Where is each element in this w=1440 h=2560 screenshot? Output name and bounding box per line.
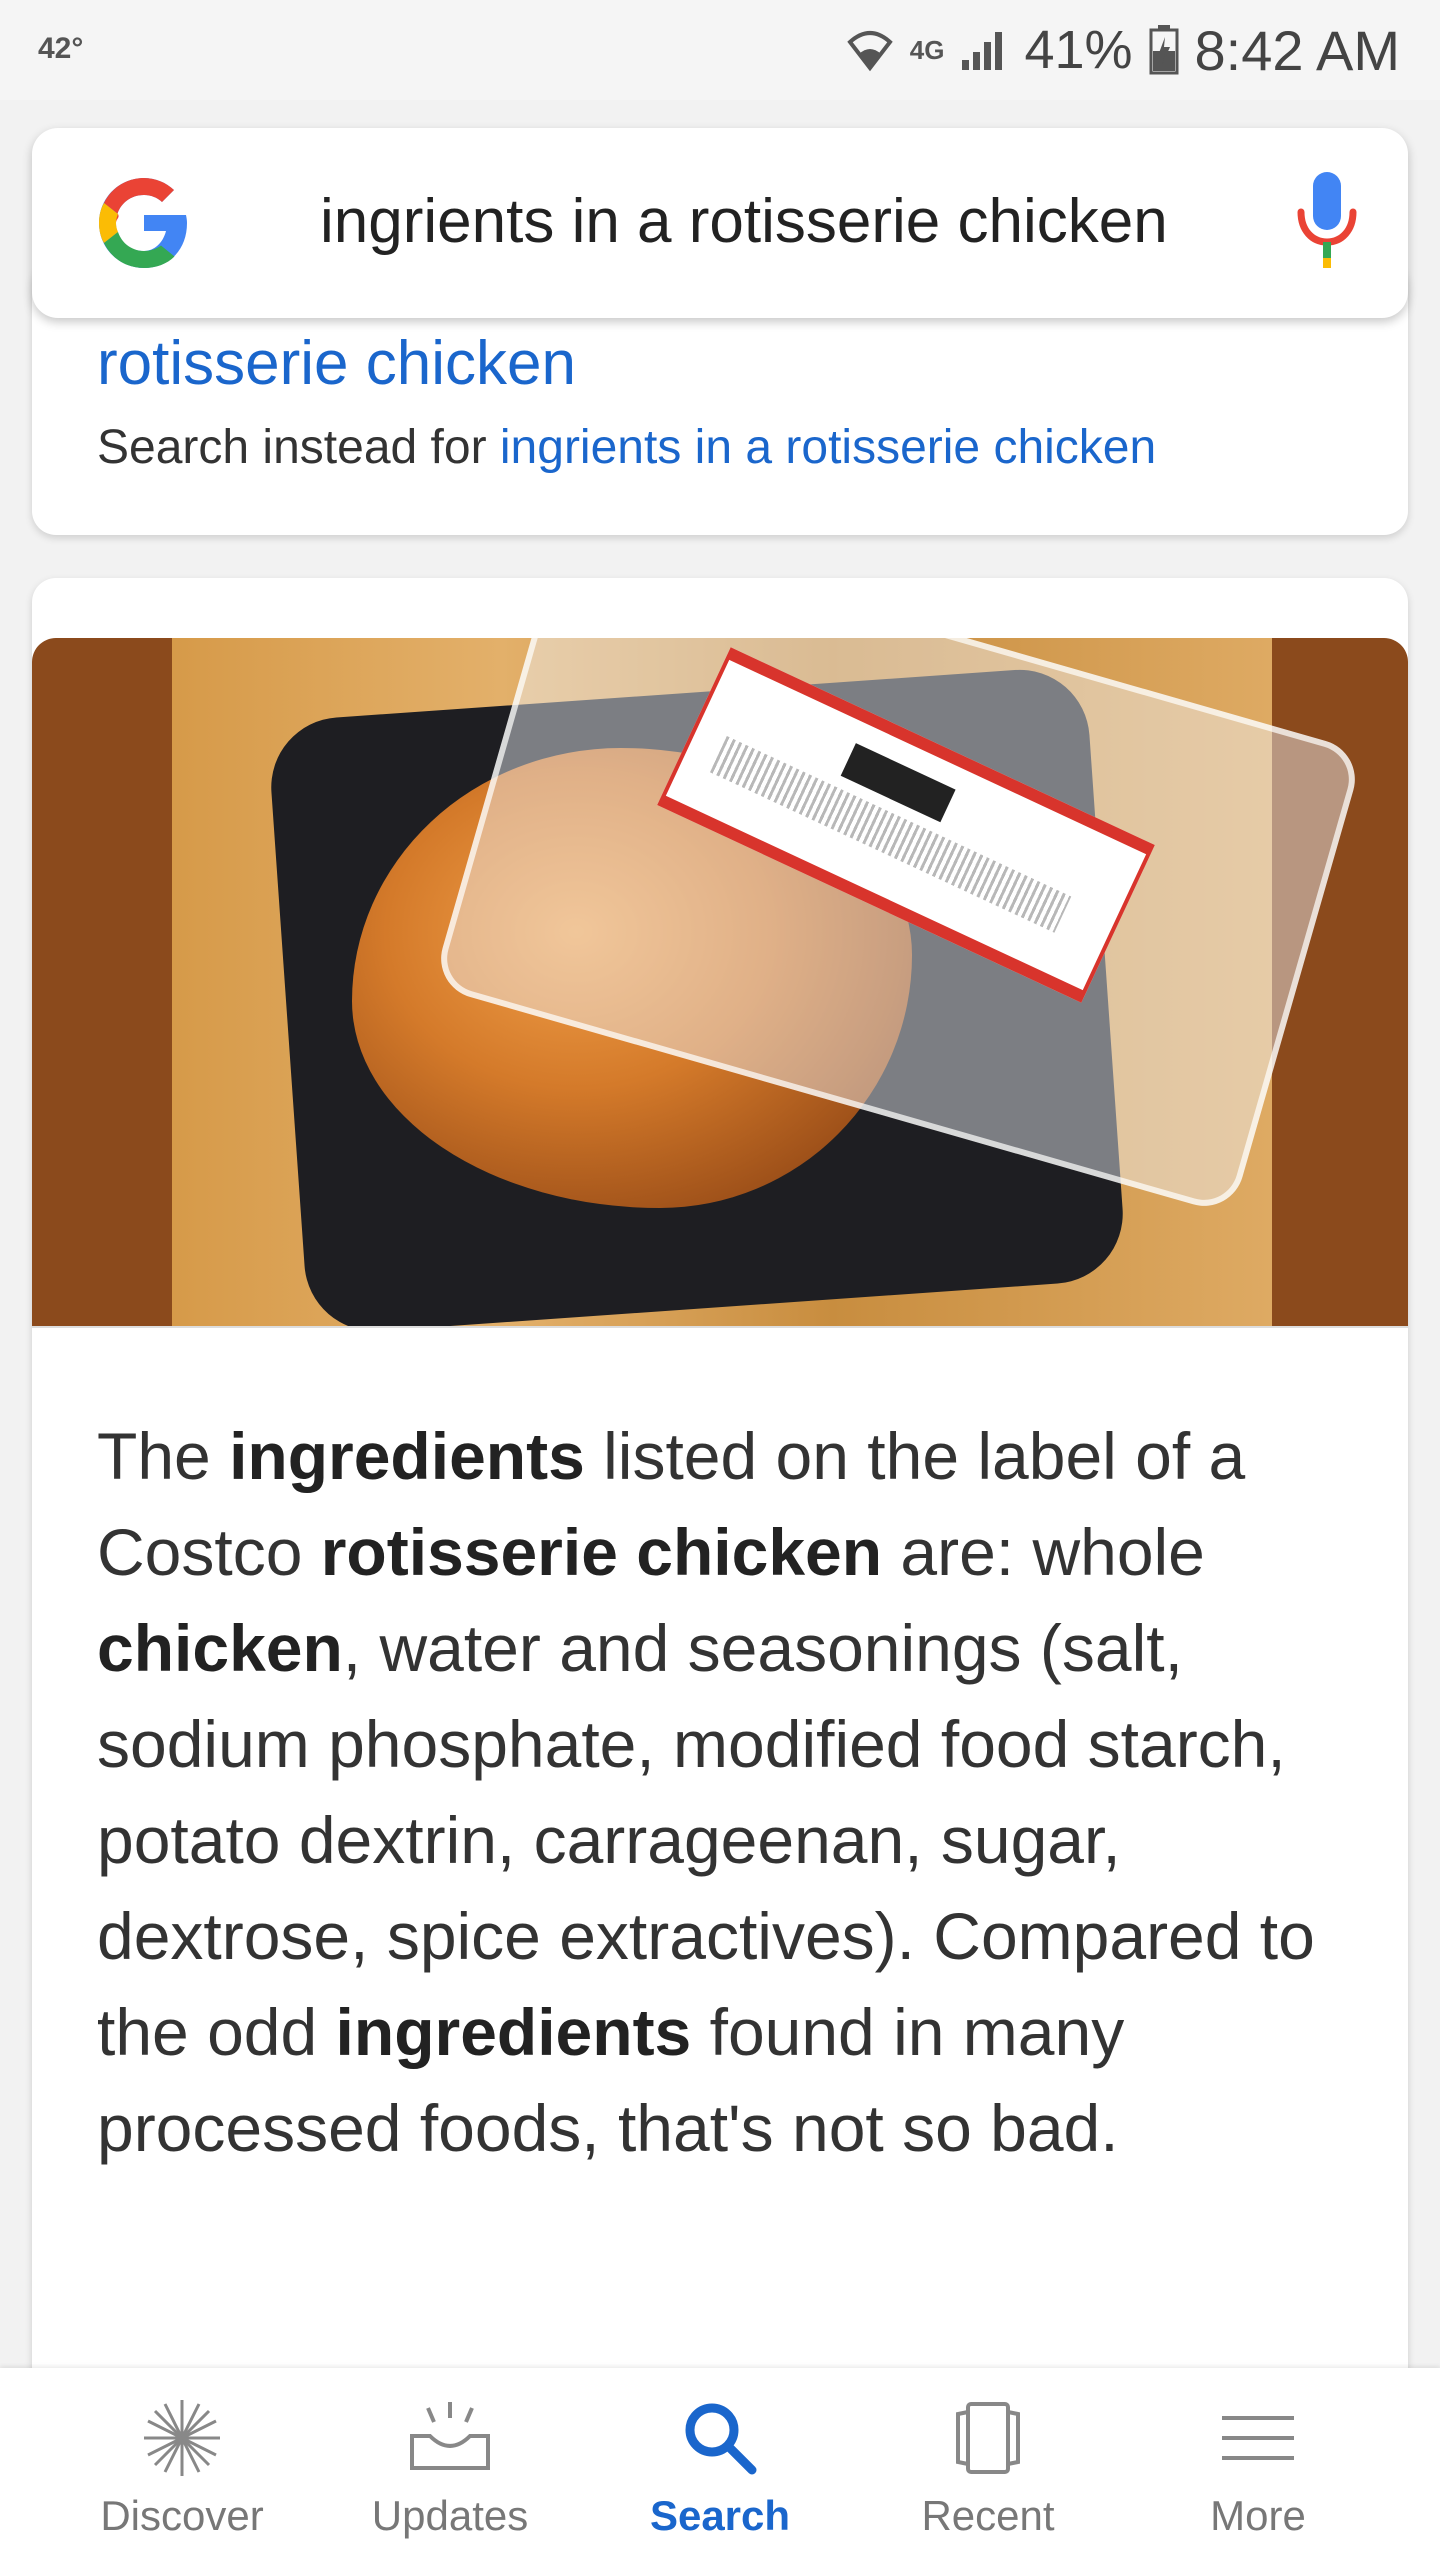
google-logo-icon[interactable] bbox=[94, 173, 194, 273]
original-query-link[interactable]: ingrients in a rotisserie chicken bbox=[500, 421, 1156, 474]
recent-icon bbox=[858, 2388, 1118, 2488]
answer-bold-term: ingredients bbox=[335, 1995, 692, 2069]
answer-text-segment: The bbox=[97, 1419, 230, 1493]
menu-icon bbox=[1128, 2388, 1388, 2488]
battery-icon bbox=[1149, 25, 1179, 75]
temperature-indicator: 42° bbox=[38, 32, 84, 65]
snippet-answer-text: The ingredients listed on the label of a… bbox=[97, 1408, 1367, 2176]
rotisserie-chicken-image[interactable] bbox=[32, 638, 1408, 1326]
battery-percent: 41% bbox=[1024, 20, 1133, 80]
nav-updates[interactable]: Updates bbox=[320, 2388, 580, 2540]
nav-discover-label: Discover bbox=[100, 2492, 264, 2539]
nav-more[interactable]: More bbox=[1128, 2388, 1388, 2540]
discover-icon bbox=[52, 2388, 312, 2488]
updates-icon bbox=[320, 2388, 580, 2488]
network-type-icon: 4G bbox=[909, 34, 945, 65]
status-bar: 42° 4G 41% 8:42 AM bbox=[0, 0, 1440, 100]
corrected-query-link[interactable]: rotisserie chicken bbox=[97, 328, 576, 399]
wifi-icon bbox=[846, 28, 894, 72]
search-query-text[interactable]: ingrients in a rotisserie chicken bbox=[320, 186, 1168, 257]
answer-bold-term: chicken bbox=[97, 1611, 343, 1685]
clock: 8:42 AM bbox=[1194, 18, 1400, 82]
signal-icon bbox=[960, 28, 1008, 72]
answer-bold-term: rotisserie chicken bbox=[320, 1515, 883, 1589]
search-icon bbox=[590, 2388, 850, 2488]
nav-search[interactable]: Search bbox=[590, 2388, 850, 2540]
featured-snippet-card: The ingredients listed on the label of a… bbox=[32, 578, 1408, 2478]
nav-discover[interactable]: Discover bbox=[52, 2388, 312, 2540]
nav-search-label: Search bbox=[649, 2492, 791, 2539]
answer-bold-term: ingredients bbox=[229, 1419, 585, 1493]
nav-recent-label: Recent bbox=[921, 2492, 1055, 2539]
bottom-navigation: Discover Updates Search Recent More bbox=[0, 2368, 1440, 2560]
answer-text-segment: are: whole bbox=[882, 1515, 1205, 1589]
nav-more-label: More bbox=[1210, 2492, 1306, 2539]
microphone-icon[interactable] bbox=[1294, 168, 1360, 278]
nav-recent[interactable]: Recent bbox=[858, 2388, 1118, 2540]
search-bar[interactable]: ingrients in a rotisserie chicken bbox=[32, 128, 1408, 318]
image-divider bbox=[32, 1326, 1408, 1328]
search-instead-prefix: Search instead for bbox=[97, 421, 500, 474]
search-instead-line: Search instead for ingrients in a rotiss… bbox=[97, 420, 1156, 475]
nav-updates-label: Updates bbox=[371, 2492, 529, 2539]
